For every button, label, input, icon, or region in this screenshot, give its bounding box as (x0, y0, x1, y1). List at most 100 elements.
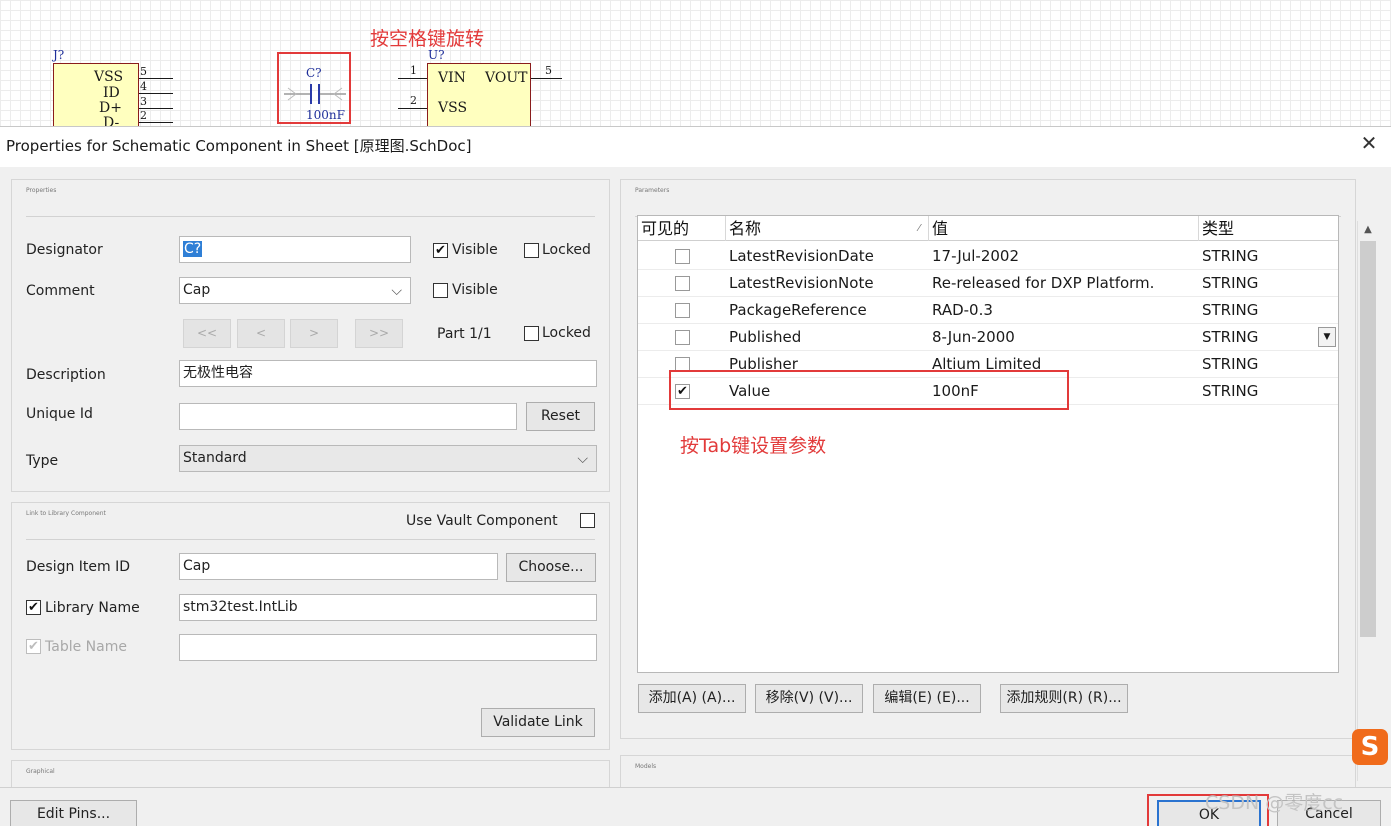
row-value[interactable]: 17-Jul-2002 (932, 243, 1019, 270)
column-header-visible[interactable]: 可见的 (638, 216, 726, 241)
schematic-canvas[interactable]: J? VSS ID D+ D- 5 4 3 2 C? 100nF 按空格键旋转 … (0, 0, 1391, 126)
comment-visible-label: Visible (452, 282, 498, 298)
tab-annotation: 按Tab键设置参数 (680, 435, 827, 457)
column-header-type[interactable]: 类型 (1199, 216, 1338, 241)
designator-locked-checkbox[interactable] (524, 243, 539, 258)
rotate-annotation: 按空格键旋转 (370, 28, 485, 50)
u-pin-name: VOUT (485, 70, 528, 86)
library-link-panel: Link to Library Component Use Vault Comp… (11, 502, 610, 750)
j-pin-name: D- (103, 115, 120, 126)
library-name-input[interactable]: stm32test.IntLib (179, 594, 597, 621)
j-pin-line (139, 93, 173, 94)
panel-title: Link to Library Component (26, 510, 106, 517)
dialog-title: Properties for Schematic Component in Sh… (6, 137, 472, 155)
column-header-value[interactable]: 值 (929, 216, 1199, 241)
part-indicator: Part 1/1 (437, 326, 492, 342)
row-visible-checkbox[interactable] (675, 276, 690, 291)
type-value: Standard (183, 450, 247, 466)
row-name: Published (729, 328, 802, 346)
row-visible-checkbox[interactable] (675, 249, 690, 264)
properties-panel: Properties Designator C? ✔ Visible Locke… (11, 179, 610, 492)
designator-locked-label: Locked (542, 242, 591, 258)
close-icon[interactable]: ✕ (1359, 133, 1379, 153)
row-visible-checkbox[interactable] (675, 303, 690, 318)
unique-id-input[interactable] (179, 403, 517, 430)
scrollbar-thumb[interactable] (1360, 241, 1376, 637)
scroll-up-icon[interactable]: ▲ (1358, 221, 1378, 239)
u-pin-number: 2 (410, 94, 417, 107)
ime-logo-icon[interactable]: S (1352, 729, 1388, 765)
row-value[interactable]: Re-released for DXP Platform. (932, 270, 1154, 297)
type-select[interactable]: Standard ⌵ (179, 445, 597, 472)
j-pin-name: D+ (99, 100, 122, 116)
first-part-button[interactable]: << (183, 319, 231, 348)
reset-button[interactable]: Reset (526, 402, 595, 431)
grid-header: 可见的 名称 ⁄ 值 类型 (638, 216, 1338, 241)
add-parameter-button[interactable]: 添加(A) (A)... (638, 684, 746, 713)
j-pin-line (139, 122, 173, 123)
row-visible-checkbox[interactable] (675, 330, 690, 345)
row-type: STRING (1202, 247, 1259, 265)
table-row[interactable]: LatestRevisionDate 17-Jul-2002 STRING (638, 243, 1338, 270)
u-designator: U? (428, 48, 445, 62)
designator-input[interactable]: C? (179, 236, 411, 263)
type-label: Type (26, 453, 59, 469)
row-type: STRING (1202, 301, 1259, 319)
row-value[interactable]: RAD-0.3 (932, 297, 993, 324)
row-type: STRING (1202, 328, 1259, 346)
edit-parameter-button[interactable]: 编辑(E) (E)... (873, 684, 981, 713)
designator-label: Designator (26, 242, 103, 258)
vertical-scrollbar[interactable]: ▲ (1357, 221, 1377, 781)
u-pin-name: VIN (438, 70, 466, 86)
designator-value: C? (183, 241, 203, 257)
use-vault-checkbox[interactable] (580, 513, 595, 528)
table-row[interactable]: Published 8-Jun-2000 STRING ▼ (638, 324, 1338, 351)
table-row[interactable]: PackageReference RAD-0.3 STRING (638, 297, 1338, 324)
prev-part-button[interactable]: < (237, 319, 285, 348)
comment-label: Comment (26, 283, 95, 299)
row-name: LatestRevisionNote (729, 274, 874, 292)
panel-title: Graphical (26, 768, 55, 775)
description-label: Description (26, 367, 106, 383)
comment-combobox[interactable]: Cap ⌵ (179, 277, 411, 304)
row-type: STRING (1202, 274, 1259, 292)
edit-pins-button[interactable]: Edit Pins... (10, 800, 137, 826)
sort-icon: ⁄ (918, 223, 920, 234)
u-pin-number: 5 (545, 64, 552, 77)
row-name: LatestRevisionDate (729, 247, 874, 265)
column-header-name-label: 名称 (729, 219, 762, 238)
table-name-checkbox[interactable]: ✔ (26, 639, 41, 654)
u-pin-name: VSS (438, 100, 468, 116)
next-part-button[interactable]: > (290, 319, 338, 348)
table-name-input[interactable] (179, 634, 597, 661)
remove-parameter-button[interactable]: 移除(V) (V)... (755, 684, 863, 713)
column-header-name[interactable]: 名称 ⁄ (726, 216, 929, 241)
j-pin-name: ID (103, 85, 120, 101)
j-pin-number: 5 (140, 65, 147, 78)
table-row[interactable]: LatestRevisionNote Re-released for DXP Pl… (638, 270, 1338, 297)
panel-title: Parameters (635, 187, 670, 194)
choose-button[interactable]: Choose... (506, 553, 596, 582)
row-value[interactable]: 8-Jun-2000 (932, 324, 1015, 351)
comment-visible-checkbox[interactable] (433, 283, 448, 298)
description-input[interactable]: 无极性电容 (179, 360, 597, 387)
designator-visible-checkbox[interactable]: ✔ (433, 243, 448, 258)
use-vault-label: Use Vault Component (406, 513, 558, 529)
validate-link-button[interactable]: Validate Link (481, 708, 595, 737)
part-locked-checkbox[interactable] (524, 326, 539, 341)
component-properties-dialog: Properties for Schematic Component in Sh… (0, 126, 1391, 826)
table-name-label: Table Name (45, 639, 127, 655)
design-item-id-input[interactable]: Cap (179, 553, 498, 580)
rotate-highlight-box (277, 52, 351, 124)
chevron-down-icon[interactable]: ▼ (1318, 327, 1336, 347)
u-pin-line (398, 108, 427, 109)
library-name-checkbox[interactable]: ✔ (26, 600, 41, 615)
part-locked-label: Locked (542, 325, 591, 341)
designator-visible-label: Visible (452, 242, 498, 258)
add-rule-button[interactable]: 添加规则(R) (R)... (1000, 684, 1128, 713)
last-part-button[interactable]: >> (355, 319, 403, 348)
u-pin-number: 1 (410, 64, 417, 77)
graphical-panel: Graphical (11, 760, 610, 787)
comment-value: Cap (183, 282, 211, 298)
j-pin-name: VSS (94, 69, 124, 85)
